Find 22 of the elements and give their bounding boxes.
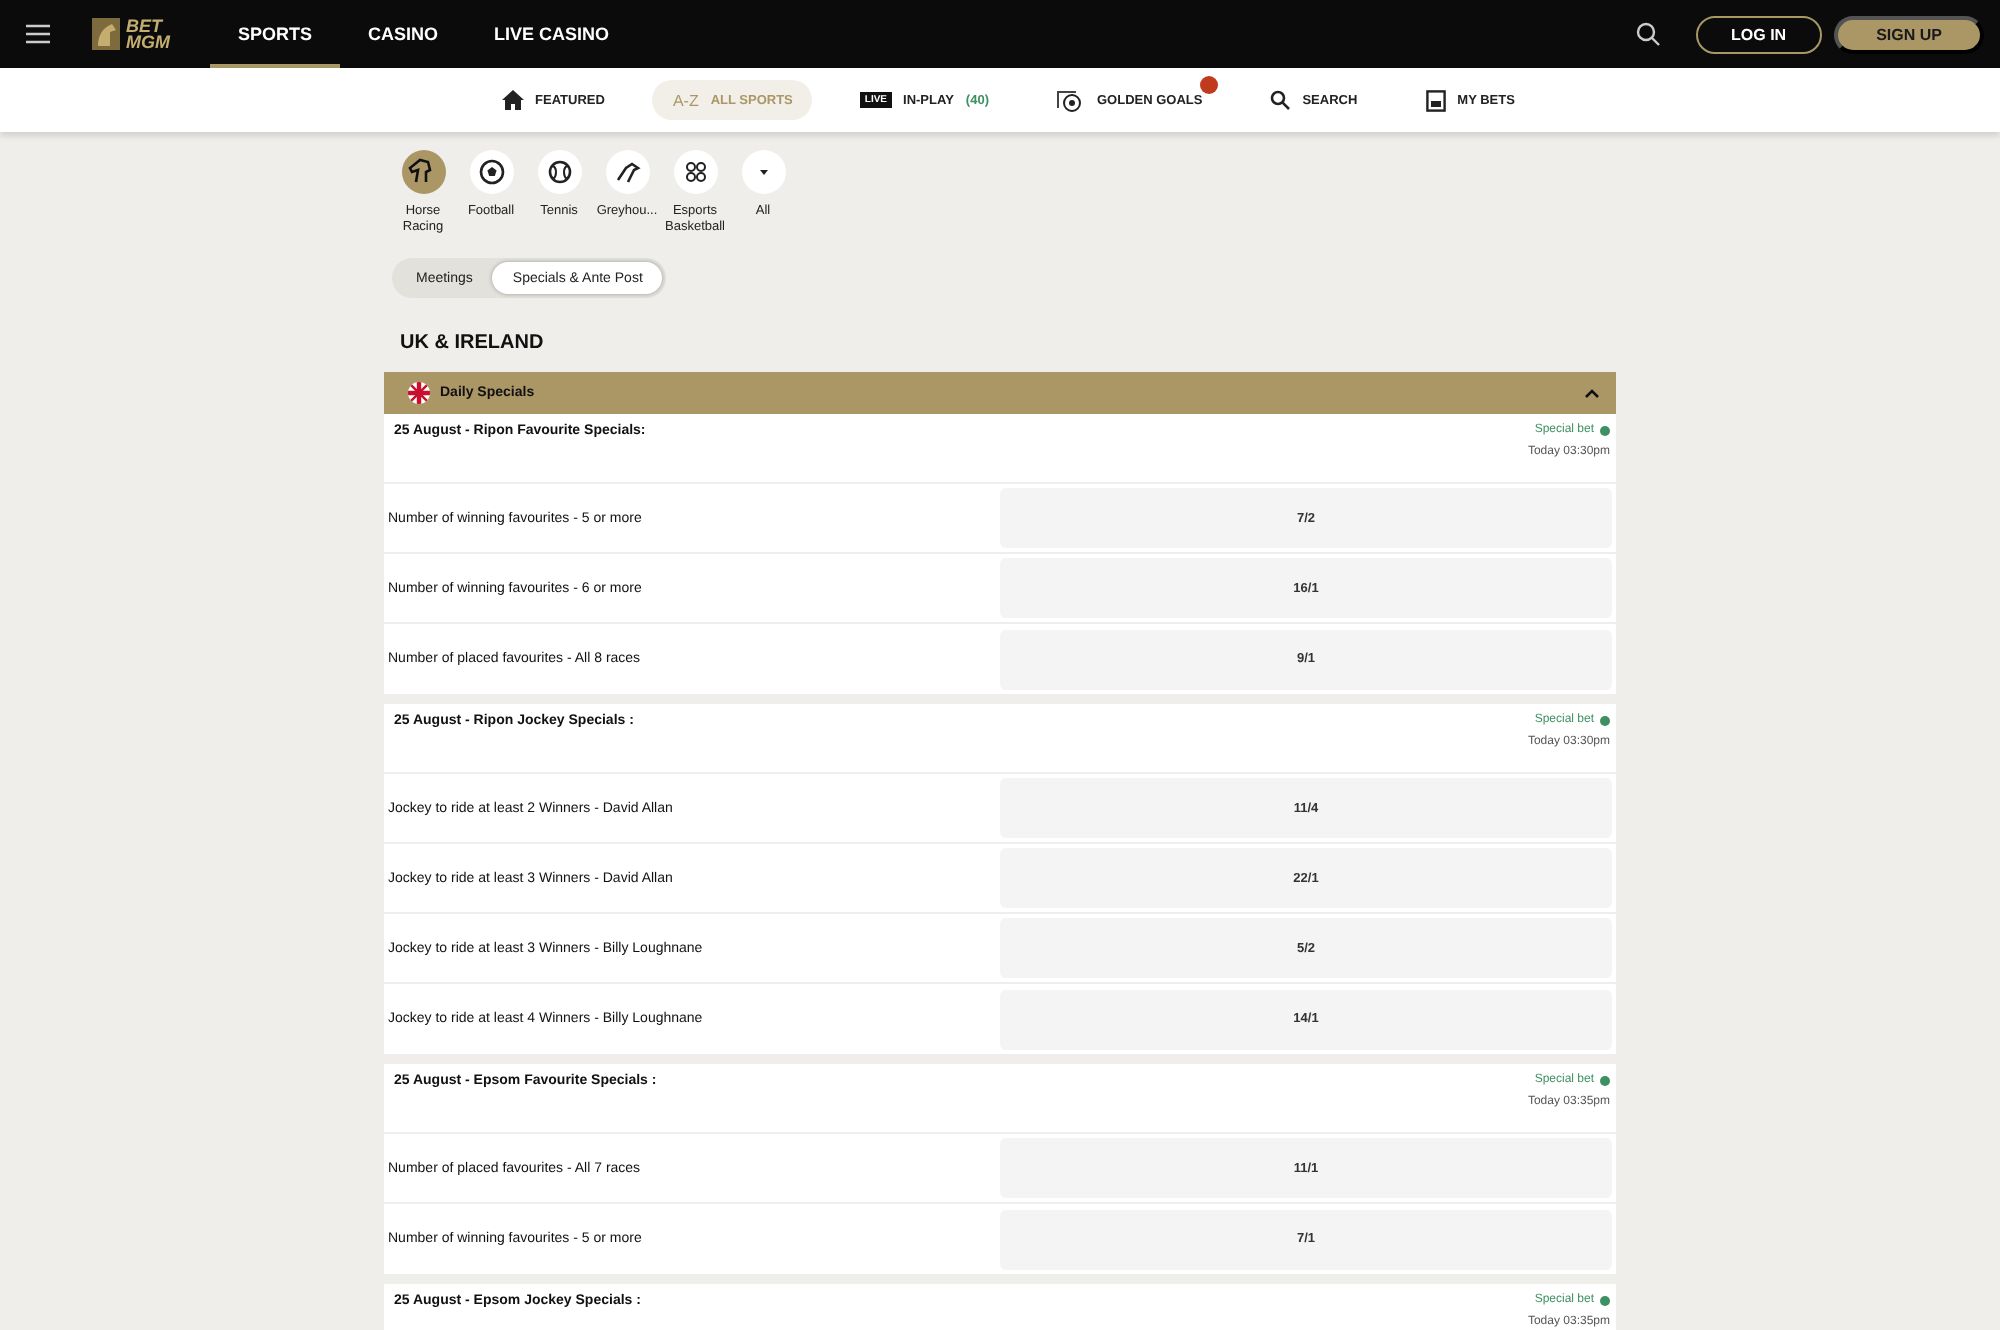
home-icon [501, 90, 524, 110]
caret-icon [741, 150, 785, 194]
tennis-ball-icon [537, 150, 581, 194]
horse-icon [401, 150, 445, 194]
logo-icon [90, 16, 122, 52]
search-icon[interactable] [1635, 22, 1660, 46]
greyhound-icon [605, 150, 649, 194]
ball-goal-icon [1056, 89, 1085, 111]
signup-button[interactable]: SIGN UP [1834, 15, 1984, 53]
az-icon: A-Z [672, 91, 699, 109]
nav-tab[interactable]: LIVE CASINO [466, 0, 638, 68]
nav-tab[interactable]: CASINO [340, 0, 467, 68]
betslip-icon [1425, 89, 1446, 111]
logo-text: BET [126, 18, 163, 34]
menu-icon[interactable] [26, 24, 50, 44]
circles-icon [673, 150, 717, 194]
login-button[interactable]: LOG IN [1695, 15, 1823, 53]
section-heading: UK & IRELAND [400, 332, 546, 354]
football-icon [469, 150, 513, 194]
logo-text: MGM [126, 34, 170, 50]
search-icon [1270, 90, 1291, 110]
flag-icon [408, 382, 430, 404]
